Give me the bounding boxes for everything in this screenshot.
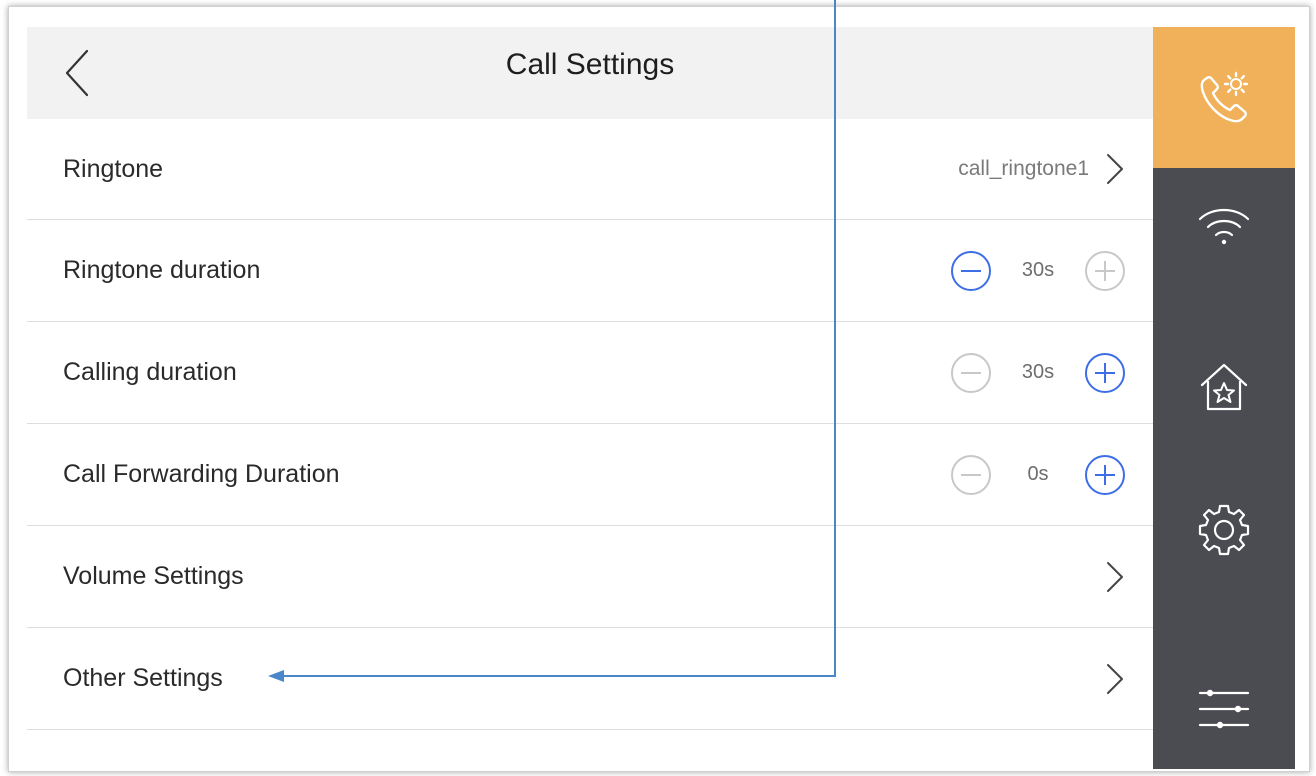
- plus-circle-icon[interactable]: [1083, 453, 1127, 497]
- row-label: Ringtone duration: [63, 256, 261, 284]
- call-forwarding-duration-stepper: 0s: [949, 453, 1127, 497]
- settings-row-ringtone-duration: Ringtone duration 30s: [27, 220, 1153, 322]
- wifi-icon: [1198, 208, 1250, 245]
- minus-circle-icon[interactable]: [949, 351, 993, 395]
- sidebar-item-advanced[interactable]: [1153, 618, 1295, 769]
- settings-row-other-settings[interactable]: Other Settings: [27, 628, 1153, 730]
- header-bar: Call Settings: [27, 27, 1153, 119]
- row-right: [1103, 559, 1127, 595]
- device-frame: Call Settings Ringtone call_ringtone1 Ri…: [8, 6, 1310, 772]
- settings-list: Ringtone call_ringtone1 Ringtone duratio…: [27, 119, 1153, 730]
- call-settings-icon: [1200, 71, 1249, 122]
- row-label: Other Settings: [63, 664, 223, 692]
- sidebar-nav: [1153, 27, 1295, 769]
- chevron-right-icon[interactable]: [1103, 151, 1127, 187]
- sidebar-item-call-settings[interactable]: [1153, 27, 1295, 168]
- page-title: Call Settings: [505, 48, 675, 81]
- row-right: call_ringtone1: [958, 151, 1127, 187]
- stepper-value: 30s: [1021, 259, 1055, 281]
- chevron-right-icon[interactable]: [1103, 661, 1127, 697]
- row-label: Ringtone: [63, 154, 164, 183]
- stepper-value: 0s: [1027, 463, 1049, 485]
- row-right: [1103, 661, 1127, 697]
- back-button[interactable]: [55, 45, 99, 101]
- row-label: Volume Settings: [63, 562, 244, 590]
- chevron-right-icon[interactable]: [1103, 559, 1127, 595]
- chevron-left-icon: [65, 49, 89, 97]
- minus-circle-icon[interactable]: [949, 453, 993, 497]
- gear-icon: [1198, 504, 1250, 556]
- home-star-icon: [1200, 363, 1248, 411]
- plus-circle-icon[interactable]: [1083, 351, 1127, 395]
- calling-duration-stepper: 30s: [949, 351, 1127, 395]
- settings-row-volume-settings[interactable]: Volume Settings: [27, 526, 1153, 628]
- row-label: Call Forwarding Duration: [63, 460, 340, 488]
- sidebar-item-wifi[interactable]: [1153, 168, 1295, 318]
- sliders-icon: [1198, 689, 1250, 728]
- screen: Call Settings Ringtone call_ringtone1 Ri…: [27, 27, 1301, 769]
- stepper-value: 30s: [1021, 361, 1055, 383]
- minus-circle-icon[interactable]: [949, 249, 993, 293]
- ringtone-value: call_ringtone1: [958, 157, 1089, 180]
- sidebar-item-home[interactable]: [1153, 318, 1295, 468]
- plus-circle-icon[interactable]: [1083, 249, 1127, 293]
- ringtone-duration-stepper: 30s: [949, 249, 1127, 293]
- sidebar-item-settings[interactable]: [1153, 468, 1295, 618]
- settings-row-ringtone[interactable]: Ringtone call_ringtone1: [27, 119, 1153, 220]
- settings-row-call-forwarding-duration: Call Forwarding Duration 0s: [27, 424, 1153, 526]
- row-label: Calling duration: [63, 358, 237, 386]
- settings-row-calling-duration: Calling duration 30s: [27, 322, 1153, 424]
